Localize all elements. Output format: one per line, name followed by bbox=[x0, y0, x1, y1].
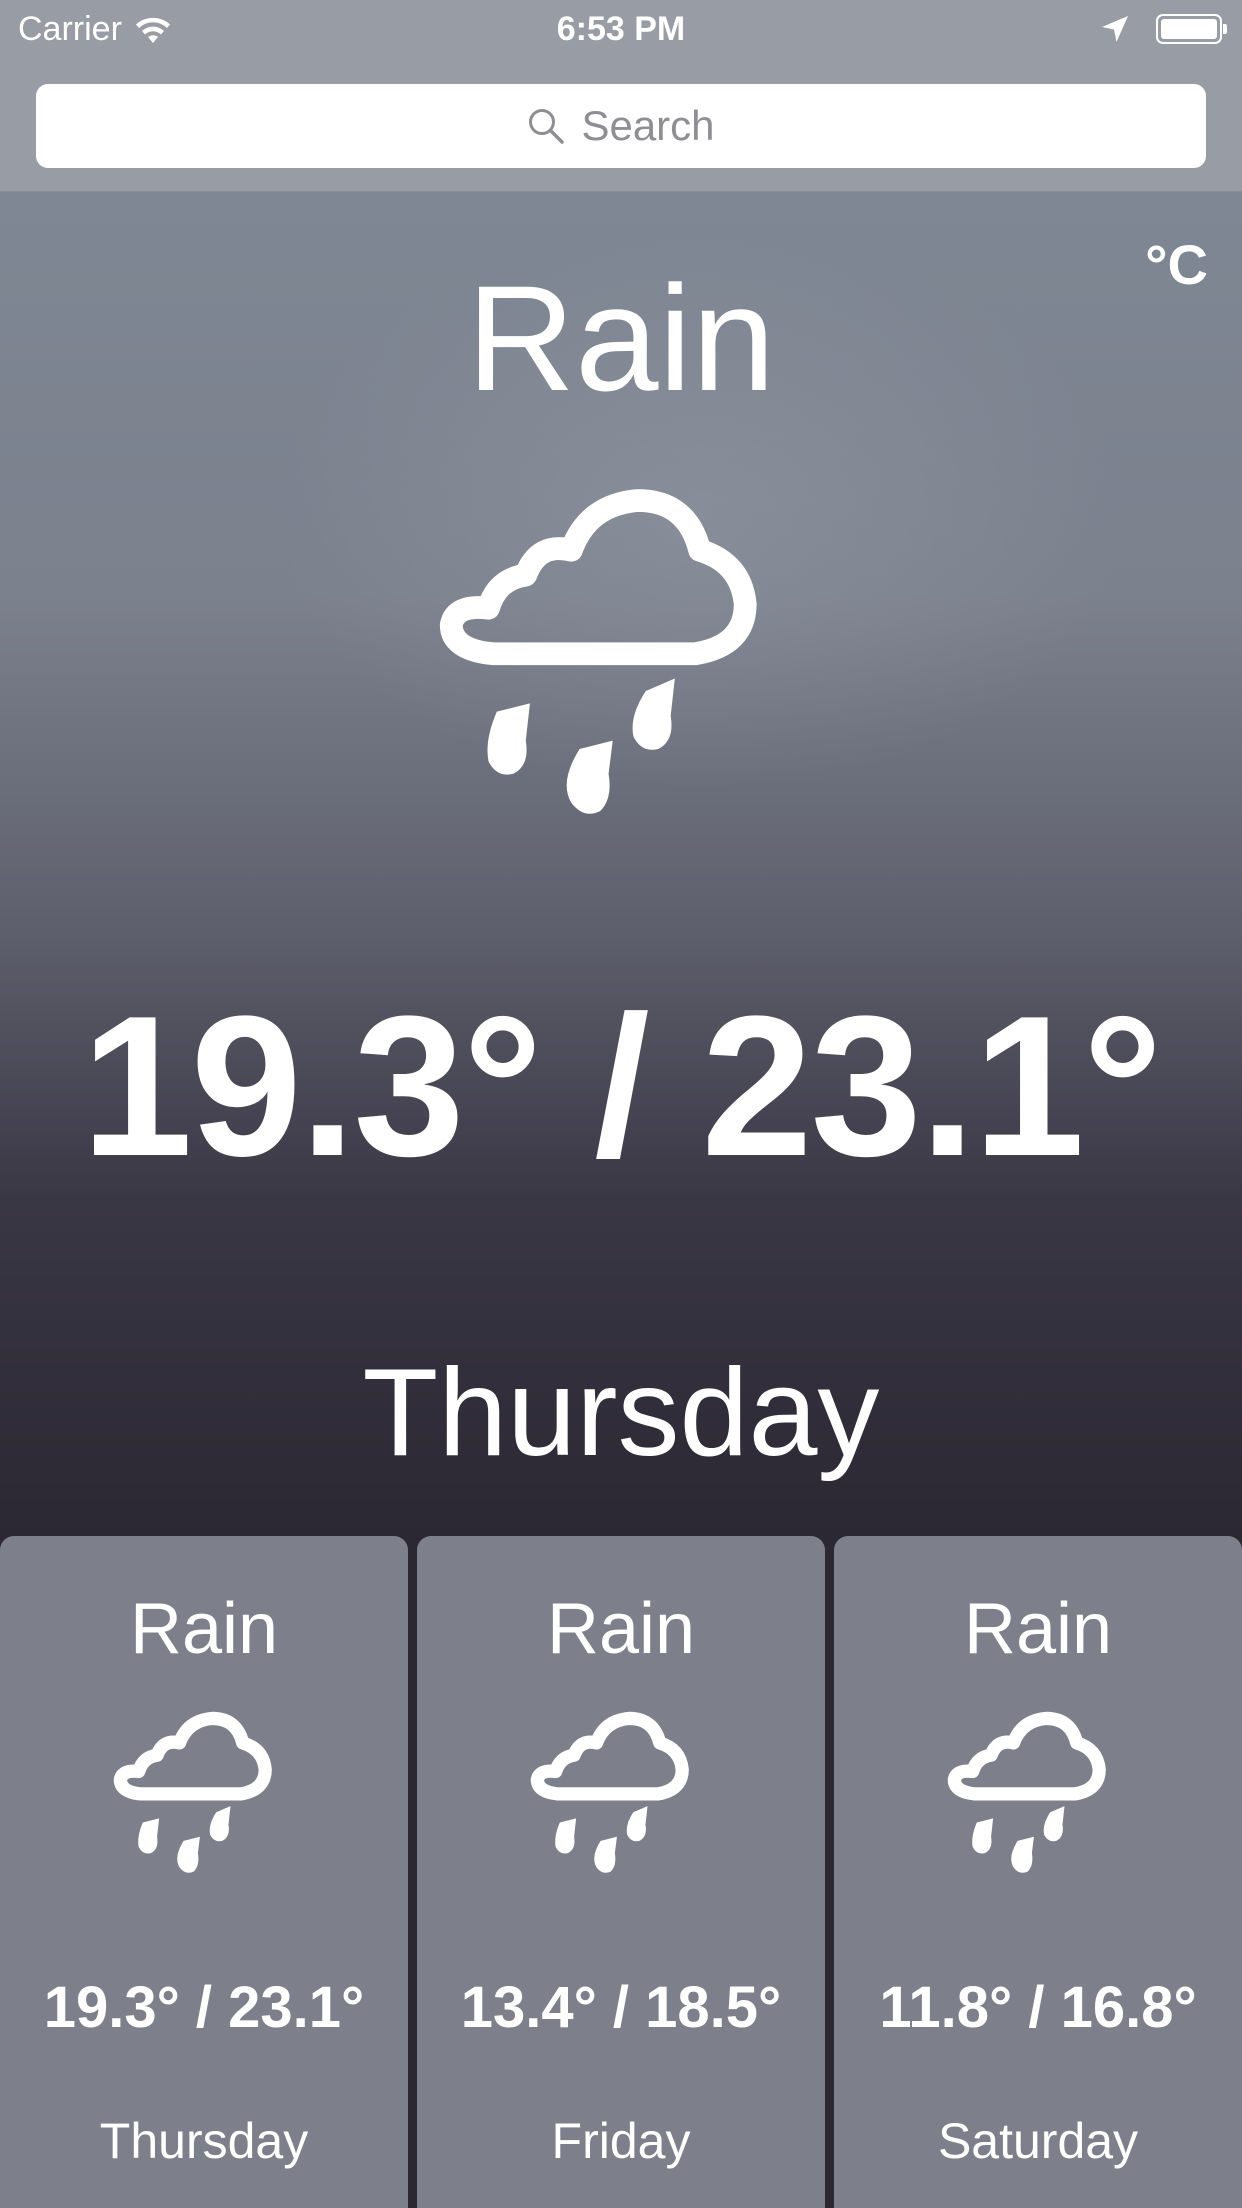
forecast-condition: Rain bbox=[546, 1589, 696, 1669]
forecast-day: Thursday bbox=[99, 2113, 309, 2169]
forecast-temps: 11.8° / 16.8° bbox=[879, 1975, 1197, 2040]
forecast-temps: 13.4° / 18.5° bbox=[460, 1975, 782, 2040]
top-bar: Carrier 6:53 PM Search bbox=[0, 0, 1242, 192]
forecast-list: Rain 19.3° / 23.1° Thursday Rain 13.4° /… bbox=[0, 1536, 1242, 2208]
status-right bbox=[1100, 14, 1227, 44]
forecast-card[interactable]: Rain 13.4° / 18.5° Friday bbox=[417, 1536, 825, 2208]
search-input[interactable]: Search bbox=[581, 102, 714, 150]
battery-level bbox=[1161, 19, 1217, 39]
current-temps: 19.3° / 23.1° bbox=[81, 975, 1162, 1198]
rain-cloud-icon bbox=[113, 1711, 272, 1873]
status-bar: Carrier 6:53 PM bbox=[0, 0, 1242, 60]
clock: 6:53 PM bbox=[556, 10, 686, 48]
current-weather-panel: °C Rain 19.3° / 23.1° Thursday bbox=[0, 192, 1242, 1536]
current-day: Thursday bbox=[362, 1344, 880, 1482]
forecast-card[interactable]: Rain 11.8° / 16.8° Saturday bbox=[834, 1536, 1242, 2208]
rain-cloud-icon bbox=[439, 489, 757, 814]
forecast-temps: 19.3° / 23.1° bbox=[43, 1975, 365, 2040]
forecast-condition: Rain bbox=[963, 1589, 1113, 1669]
search-bar[interactable]: Search bbox=[36, 84, 1206, 168]
forecast-condition: Rain bbox=[129, 1589, 279, 1669]
battery-icon bbox=[1156, 14, 1227, 44]
rain-cloud-icon bbox=[947, 1711, 1106, 1873]
forecast-day: Saturday bbox=[937, 2113, 1139, 2169]
forecast-day: Friday bbox=[551, 2113, 691, 2169]
location-arrow-icon bbox=[1102, 16, 1128, 42]
forecast-card[interactable]: Rain 19.3° / 23.1° Thursday bbox=[0, 1536, 408, 2208]
current-condition: Rain bbox=[466, 254, 776, 422]
rain-cloud-icon bbox=[530, 1711, 689, 1873]
search-icon bbox=[529, 109, 565, 144]
